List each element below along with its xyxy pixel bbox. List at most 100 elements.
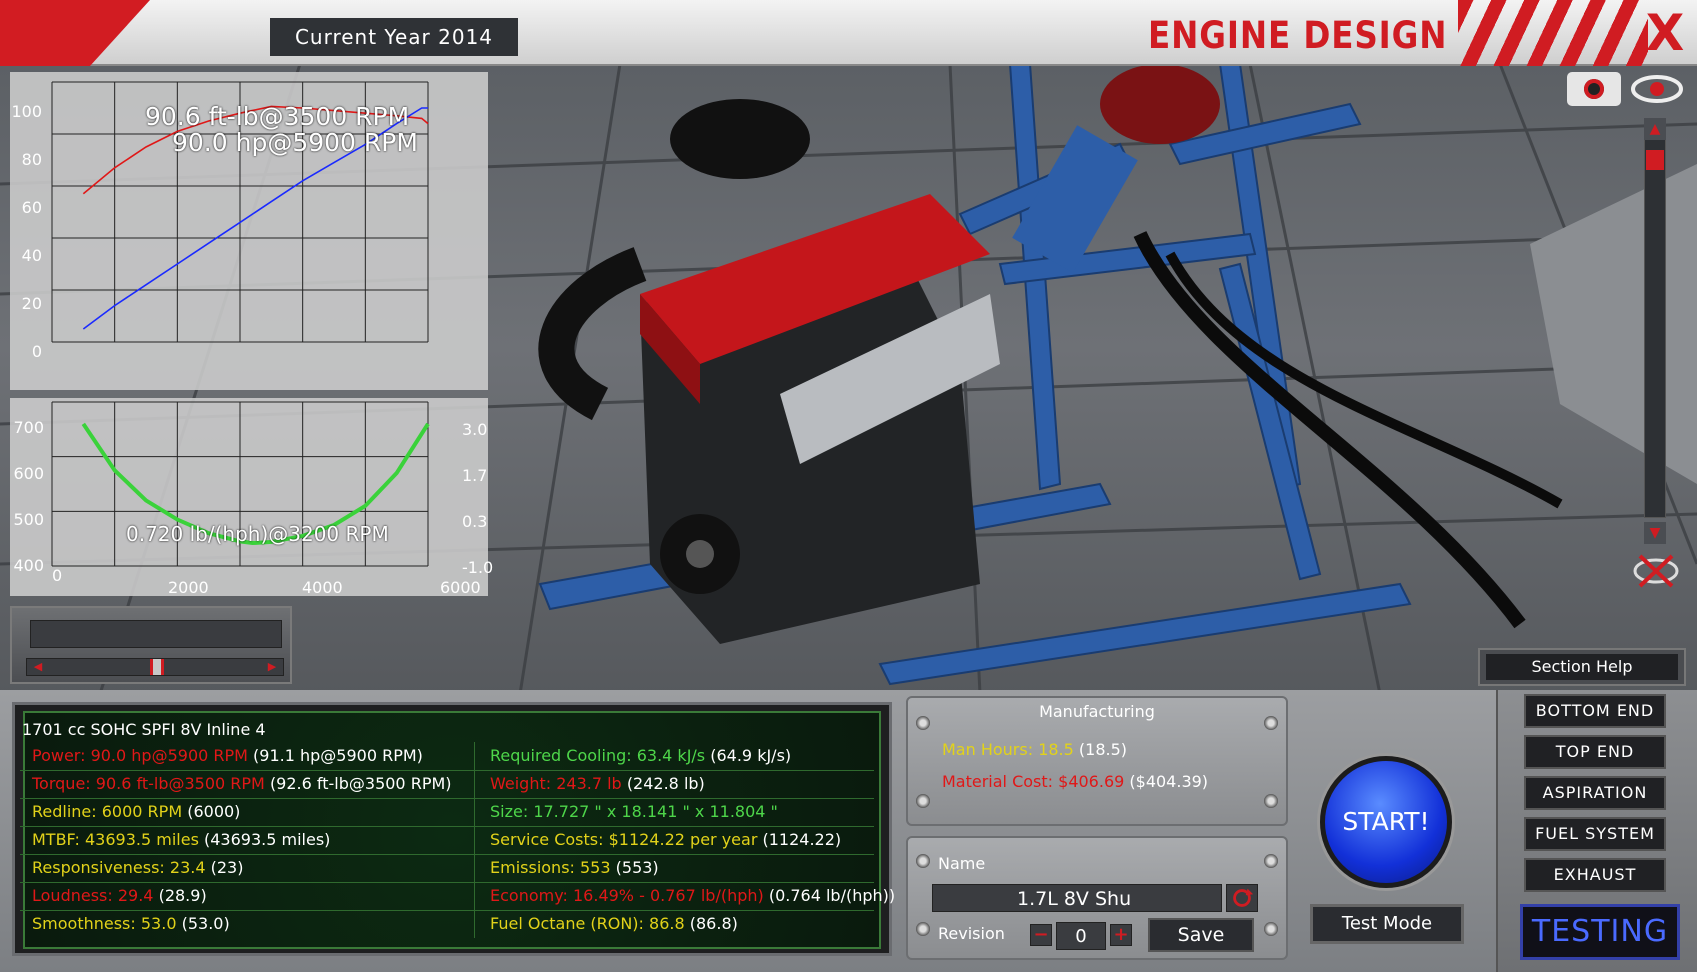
stat-baseline: (53.0) bbox=[181, 914, 230, 933]
revision-decrement-button[interactable]: − bbox=[1030, 924, 1052, 946]
section-help-button[interactable]: Section Help bbox=[1478, 648, 1686, 686]
camera-icon[interactable] bbox=[1567, 72, 1621, 106]
section-help-label: Section Help bbox=[1486, 654, 1678, 680]
stat-value: MTBF: 43693.5 miles bbox=[32, 830, 199, 849]
slider-left-arrow-icon[interactable]: ◀ bbox=[30, 660, 46, 674]
zoom-scrollbar[interactable] bbox=[1644, 118, 1666, 518]
screw-icon bbox=[916, 716, 930, 730]
stat-value: Service Costs: $1124.22 per year bbox=[490, 830, 758, 849]
stat-value: Torque: 90.6 ft-lb@3500 RPM bbox=[32, 774, 265, 793]
revision-label: Revision bbox=[938, 924, 1005, 943]
stat-value: Loudness: 29.4 bbox=[32, 886, 154, 905]
y-tick-label: 600 bbox=[13, 464, 44, 483]
stat-row: Torque: 90.6 ft-lb@3500 RPM (92.6 ft-lb@… bbox=[32, 774, 452, 793]
nav-fuel-system[interactable]: FUEL SYSTEM bbox=[1524, 817, 1666, 851]
x-tick-label: 4000 bbox=[302, 578, 343, 597]
stat-value: Power: 90.0 hp@5900 RPM bbox=[32, 746, 248, 765]
y2-tick-label: 0.3 bbox=[462, 512, 488, 531]
stat-value: Smoothness: 53.0 bbox=[32, 914, 177, 933]
start-button[interactable]: START! bbox=[1320, 756, 1452, 888]
stat-row: Required Cooling: 63.4 kJ/s (64.9 kJ/s) bbox=[490, 746, 791, 765]
stat-row: Fuel Octane (RON): 86.8 (86.8) bbox=[490, 914, 738, 933]
revision-value: 0 bbox=[1056, 922, 1106, 950]
screw-icon bbox=[916, 922, 930, 936]
screw-icon bbox=[1264, 854, 1278, 868]
y-tick-label: 400 bbox=[13, 556, 44, 575]
stats-divider bbox=[474, 742, 475, 938]
zoom-scroll-thumb[interactable] bbox=[1646, 150, 1664, 170]
x-tick-label: 6000 bbox=[440, 578, 481, 597]
x-tick-label: 0 bbox=[52, 566, 63, 585]
close-button[interactable]: X bbox=[1640, 8, 1690, 58]
y-tick-label: 700 bbox=[13, 418, 44, 437]
slider-thumb[interactable] bbox=[150, 659, 164, 675]
y-tick-label: 80 bbox=[21, 150, 42, 169]
stat-value: Emissions: 553 bbox=[490, 858, 611, 877]
nav-aspiration[interactable]: ASPIRATION bbox=[1524, 776, 1666, 810]
view-reset-icon[interactable] bbox=[1632, 552, 1680, 590]
manufacturing-title: Manufacturing bbox=[1039, 702, 1155, 721]
stat-row: Responsiveness: 23.4 (23) bbox=[32, 858, 243, 877]
nav-exhaust[interactable]: EXHAUST bbox=[1524, 858, 1666, 892]
screw-icon bbox=[1264, 922, 1278, 936]
stat-row: Emissions: 553 (553) bbox=[490, 858, 659, 877]
stat-value: Responsiveness: 23.4 bbox=[32, 858, 206, 877]
stat-baseline: (23) bbox=[210, 858, 244, 877]
screw-icon bbox=[916, 854, 930, 868]
engine-design-screen: Current Year 2014 ENGINE DESIGN X ▲ ▼ 10… bbox=[0, 0, 1697, 972]
stat-value: Redline: 6000 RPM bbox=[32, 802, 183, 821]
stat-value: Economy: 16.49% - 0.767 lb/(hph) bbox=[490, 886, 764, 905]
screw-icon bbox=[1264, 716, 1278, 730]
stat-row: Service Costs: $1124.22 per year (1124.2… bbox=[490, 830, 841, 849]
eye-icon[interactable] bbox=[1630, 74, 1684, 104]
stats-row-divider bbox=[20, 854, 874, 855]
stat-baseline: (6000) bbox=[187, 802, 241, 821]
stat-value: Fuel Octane (RON): 86.8 bbox=[490, 914, 685, 933]
fuel-consumption-graph bbox=[10, 398, 488, 596]
test-mode-button[interactable]: Test Mode bbox=[1310, 904, 1464, 944]
y2-tick-label: 1.7 bbox=[462, 466, 488, 485]
nav-bottom-end[interactable]: BOTTOM END bbox=[1524, 694, 1666, 728]
engine-name-input[interactable]: 1.7L 8V Shu bbox=[932, 884, 1222, 912]
stats-row-divider bbox=[20, 770, 874, 771]
stats-row-divider bbox=[20, 826, 874, 827]
save-button[interactable]: Save bbox=[1148, 918, 1254, 952]
stat-baseline: (1124.22) bbox=[762, 830, 842, 849]
y-tick-label: 40 bbox=[21, 246, 42, 265]
stat-baseline: (242.8 lb) bbox=[626, 774, 705, 793]
screw-icon bbox=[916, 794, 930, 808]
name-label: Name bbox=[938, 854, 986, 873]
x-tick-label: 2000 bbox=[168, 578, 209, 597]
y-tick-label: 0 bbox=[31, 342, 42, 361]
engine-summary: 1701 cc SOHC SPFI 8V Inline 4 bbox=[22, 720, 266, 739]
stat-row: Size: 17.727 " x 18.141 " x 11.804 " bbox=[490, 802, 778, 821]
stat-baseline: (553) bbox=[615, 858, 659, 877]
stat-baseline: (86.8) bbox=[689, 914, 738, 933]
stat-row: Power: 90.0 hp@5900 RPM (91.1 hp@5900 RP… bbox=[32, 746, 423, 765]
stat-row: MTBF: 43693.5 miles (43693.5 miles) bbox=[32, 830, 330, 849]
nav-top-end[interactable]: TOP END bbox=[1524, 735, 1666, 769]
slider-right-arrow-icon[interactable]: ▶ bbox=[264, 660, 280, 674]
header-stripes bbox=[1458, 0, 1648, 66]
stat-row: Smoothness: 53.0 (53.0) bbox=[32, 914, 230, 933]
header-accent bbox=[0, 0, 150, 66]
stat-baseline: (43693.5 miles) bbox=[204, 830, 331, 849]
stats-row-divider bbox=[20, 882, 874, 883]
random-name-icon[interactable] bbox=[1226, 884, 1258, 912]
bsfc-label: 0.720 lb/(hph)@3200 RPM bbox=[126, 522, 389, 546]
stat-row: Weight: 243.7 lb (242.8 lb) bbox=[490, 774, 705, 793]
scroll-down-arrow-icon[interactable]: ▼ bbox=[1644, 522, 1666, 544]
scroll-up-arrow-icon[interactable]: ▲ bbox=[1644, 118, 1666, 140]
revision-increment-button[interactable]: + bbox=[1110, 924, 1132, 946]
stats-row-divider bbox=[20, 798, 874, 799]
peak-power-label: 90.0 hp@5900 RPM bbox=[172, 128, 418, 157]
top-bar: Current Year 2014 ENGINE DESIGN X bbox=[0, 0, 1697, 66]
stat-row: Economy: 16.49% - 0.767 lb/(hph) (0.764 … bbox=[490, 886, 895, 905]
nav-testing[interactable]: TESTING bbox=[1520, 904, 1680, 960]
page-title: ENGINE DESIGN bbox=[1148, 14, 1448, 57]
stat-value: Required Cooling: 63.4 kJ/s bbox=[490, 746, 706, 765]
stats-row-divider bbox=[20, 910, 874, 911]
fuel-consumption-plot bbox=[51, 401, 430, 567]
y-tick-label: 60 bbox=[21, 198, 42, 217]
current-year-label: Current Year 2014 bbox=[270, 18, 518, 56]
